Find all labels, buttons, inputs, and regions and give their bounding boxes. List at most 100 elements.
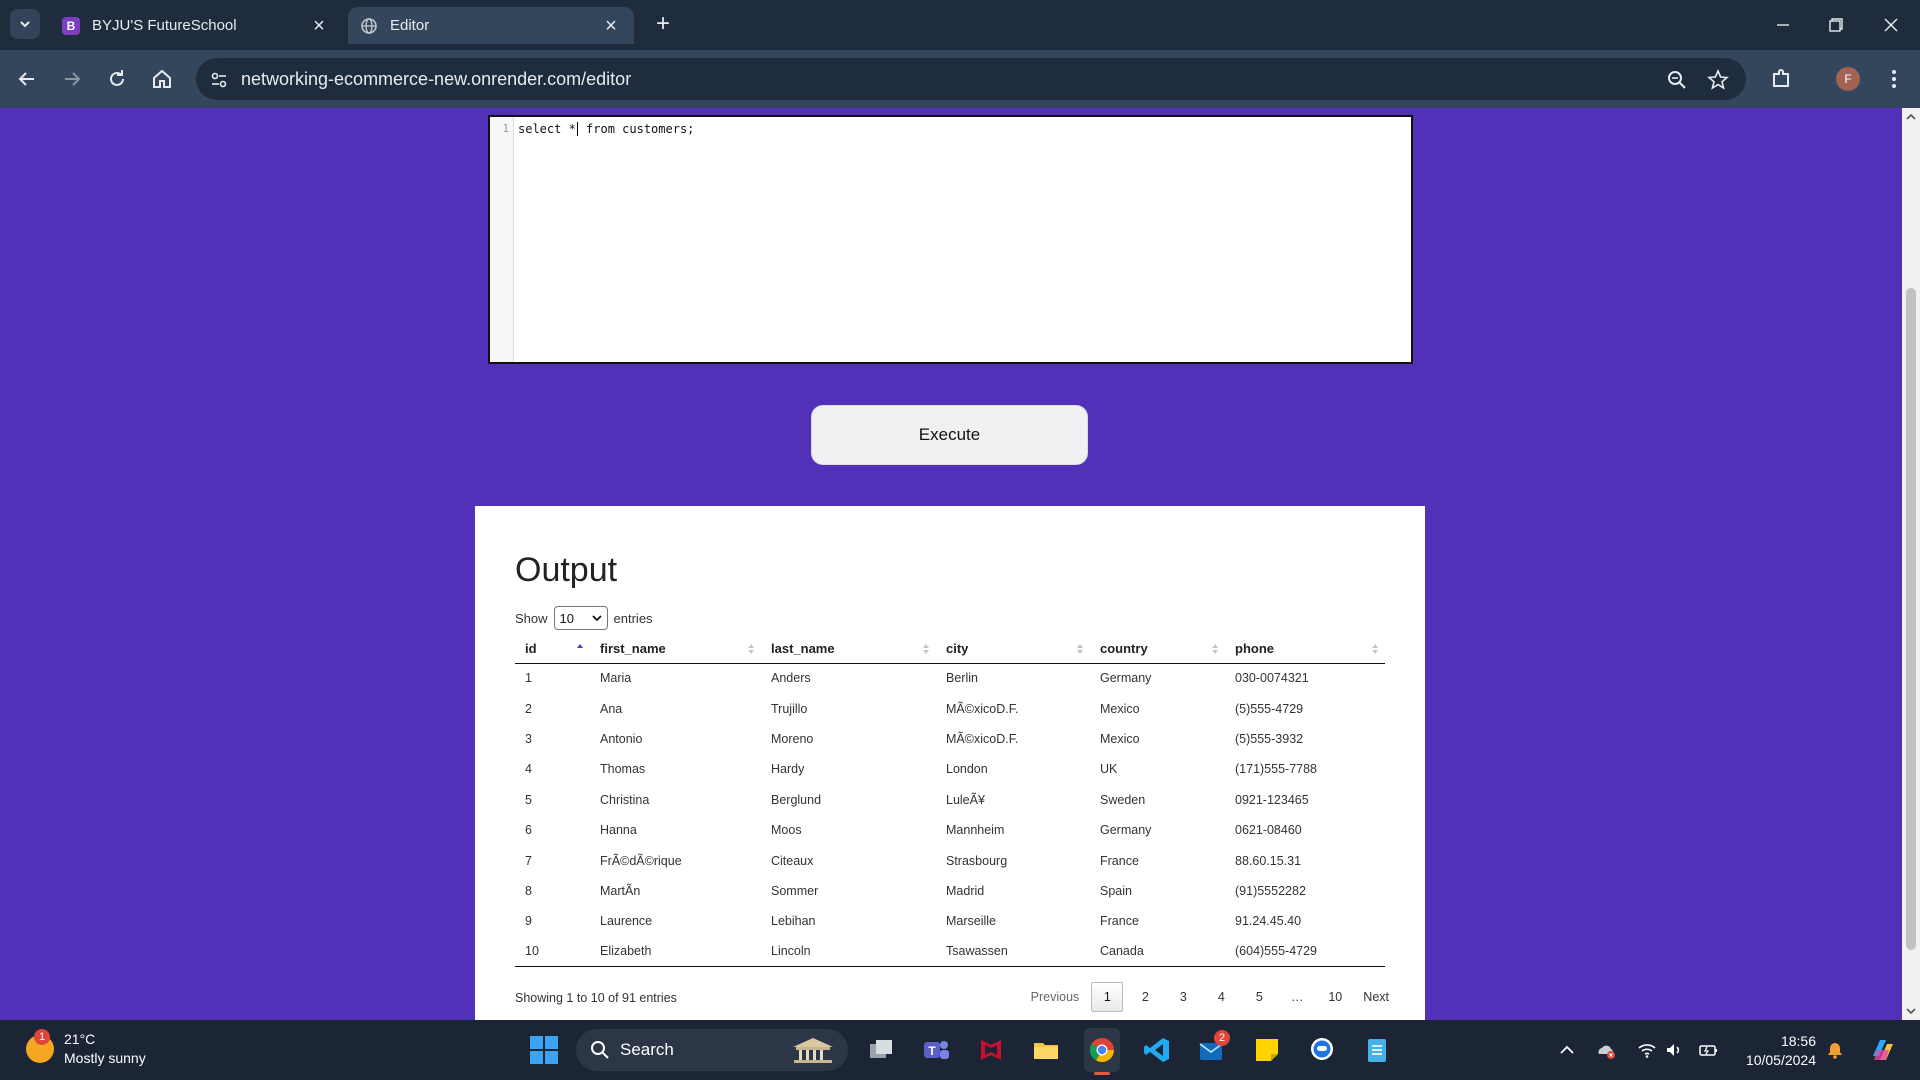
next-page-button[interactable]: Next (1357, 982, 1395, 1012)
site-settings-icon[interactable] (208, 69, 230, 91)
bookmark-star-icon[interactable] (1707, 69, 1729, 91)
mcafee-icon[interactable] (976, 1035, 1006, 1065)
page-button-1[interactable]: 1 (1091, 982, 1124, 1012)
column-header-city[interactable]: city (936, 635, 1090, 664)
cell-last-name: Trujillo (771, 701, 808, 716)
battery-icon[interactable] (1698, 1040, 1718, 1060)
notification-bell-icon[interactable] (1825, 1040, 1845, 1060)
minimize-icon[interactable] (1768, 12, 1798, 38)
page-button-5[interactable]: 5 (1243, 982, 1275, 1012)
column-header-id[interactable]: id (515, 635, 590, 664)
cell-phone: 91.24.45.40 (1235, 914, 1302, 929)
windows-start-icon[interactable] (530, 1036, 558, 1064)
column-header-phone[interactable]: phone (1225, 635, 1385, 664)
tab-editor[interactable]: Editor × (348, 7, 634, 44)
profile-avatar[interactable]: F (1836, 67, 1860, 91)
column-header-label: phone (1235, 641, 1274, 657)
previous-page-button[interactable]: Previous (1025, 982, 1086, 1012)
extensions-icon[interactable] (1769, 67, 1793, 91)
cell-phone: (5)555-4729 (1235, 701, 1304, 716)
messenger-icon[interactable] (1307, 1035, 1337, 1065)
page-button-2[interactable]: 2 (1129, 982, 1161, 1012)
sql-code-editor[interactable]: 1 select * from customers; (488, 115, 1413, 364)
page-length-select[interactable]: 10 (553, 606, 608, 630)
table-header-row: id first_name last_name city country phone (515, 635, 1385, 664)
zoom-icon[interactable] (1666, 69, 1688, 91)
column-header-first-name[interactable]: first_name (590, 635, 761, 664)
cell-id: 2 (525, 701, 532, 716)
copilot-icon[interactable] (1868, 1036, 1898, 1064)
code-line[interactable]: select * from customers; (518, 122, 694, 136)
cell-first-name: Antonio (600, 731, 643, 746)
pagination-ellipsis: … (1291, 990, 1304, 1004)
page-scrollbar[interactable] (1902, 108, 1920, 1020)
cell-city: Mannheim (946, 823, 1005, 838)
url-text[interactable]: networking-ecommerce-new.onrender.com/ed… (241, 69, 631, 90)
close-icon[interactable]: × (308, 16, 330, 36)
cell-city: MÃ©xicoD.F. (946, 701, 1019, 716)
sort-icon (1212, 644, 1218, 654)
wifi-icon[interactable] (1637, 1040, 1657, 1060)
cell-phone: (604)555-4729 (1225, 936, 1385, 968)
forward-arrow-icon[interactable] (60, 67, 84, 91)
column-header-last-name[interactable]: last_name (761, 635, 936, 664)
page-button-10[interactable]: 10 (1319, 982, 1351, 1012)
cell-id: 3 (525, 731, 532, 746)
vscode-icon[interactable] (1142, 1035, 1172, 1065)
scrollbar-thumb[interactable] (1906, 288, 1916, 950)
restore-icon[interactable] (1820, 12, 1850, 38)
tab-search-button[interactable] (10, 9, 40, 39)
tab-byjus[interactable]: B BYJU'S FutureSchool × (50, 7, 342, 44)
task-view-icon[interactable] (866, 1035, 896, 1065)
byjus-favicon-icon: B (62, 16, 80, 35)
column-header-label: id (525, 641, 537, 657)
cell-country: Sweden (1100, 792, 1146, 807)
cell-last-name: Anders (771, 671, 811, 686)
column-header-country[interactable]: country (1090, 635, 1225, 664)
cell-phone: 88.60.15.31 (1235, 853, 1302, 868)
show-label: Show (515, 610, 548, 626)
windows-taskbar: 1 21°C Mostly sunny Search T 2 18:56 10/… (0, 1020, 1920, 1080)
chrome-icon[interactable] (1087, 1035, 1117, 1065)
chevron-up-icon[interactable] (1557, 1040, 1577, 1060)
teams-icon[interactable]: T (921, 1035, 951, 1065)
page-button-3[interactable]: 3 (1167, 982, 1199, 1012)
execute-button[interactable]: Execute (811, 405, 1088, 465)
output-panel: Output Show 10 entries id first_name last_… (475, 506, 1425, 1020)
scroll-down-icon[interactable] (1906, 1006, 1916, 1016)
output-title: Output (515, 551, 618, 589)
notepad-icon[interactable] (1362, 1035, 1392, 1065)
taskbar-search[interactable]: Search (576, 1029, 848, 1071)
file-explorer-icon[interactable] (1031, 1035, 1061, 1065)
sticky-notes-icon[interactable] (1252, 1035, 1282, 1065)
cell-last-name: Berglund (771, 792, 822, 807)
cell-id: 1 (525, 671, 532, 686)
table-row: 9 Laurence Lebihan Marseille France 91.24.45.… (515, 906, 1385, 936)
address-bar[interactable]: networking-ecommerce-new.onrender.com/ed… (196, 58, 1746, 100)
reload-icon[interactable] (105, 67, 129, 91)
weather-widget[interactable]: 1 21°C Mostly sunny (26, 1029, 146, 1068)
sort-icon (1077, 644, 1083, 654)
scroll-up-icon[interactable] (1906, 112, 1916, 122)
page-button-4[interactable]: 4 (1205, 982, 1237, 1012)
new-tab-button[interactable]: + (650, 12, 676, 38)
cell-id: 7 (525, 853, 532, 868)
onedrive-error-icon[interactable] (1596, 1040, 1616, 1060)
table-row: 8 MartÃn Sommer Madrid Spain (91)5552282 (515, 876, 1385, 906)
window-close-icon[interactable] (1876, 12, 1906, 38)
home-icon[interactable] (150, 67, 174, 91)
cell-city: MÃ©xicoD.F. (946, 731, 1019, 746)
more-menu-icon[interactable] (1882, 67, 1906, 91)
cell-first-name: MartÃn (600, 883, 641, 898)
page-length-control: Show 10 entries (515, 606, 653, 630)
speaker-icon[interactable] (1664, 1040, 1684, 1060)
table-row: 3 Antonio Moreno MÃ©xicoD.F. Mexico (5)555-39… (515, 724, 1385, 754)
cell-id: 4 (525, 762, 532, 777)
cell-city: Madrid (946, 883, 985, 898)
close-icon[interactable]: × (600, 16, 622, 36)
column-header-label: first_name (600, 641, 666, 657)
weather-temperature: 21°C (64, 1031, 96, 1047)
system-clock[interactable]: 18:56 10/05/2024 (1736, 1032, 1816, 1070)
cell-first-name: Elizabeth (590, 936, 761, 968)
back-arrow-icon[interactable] (15, 67, 39, 91)
